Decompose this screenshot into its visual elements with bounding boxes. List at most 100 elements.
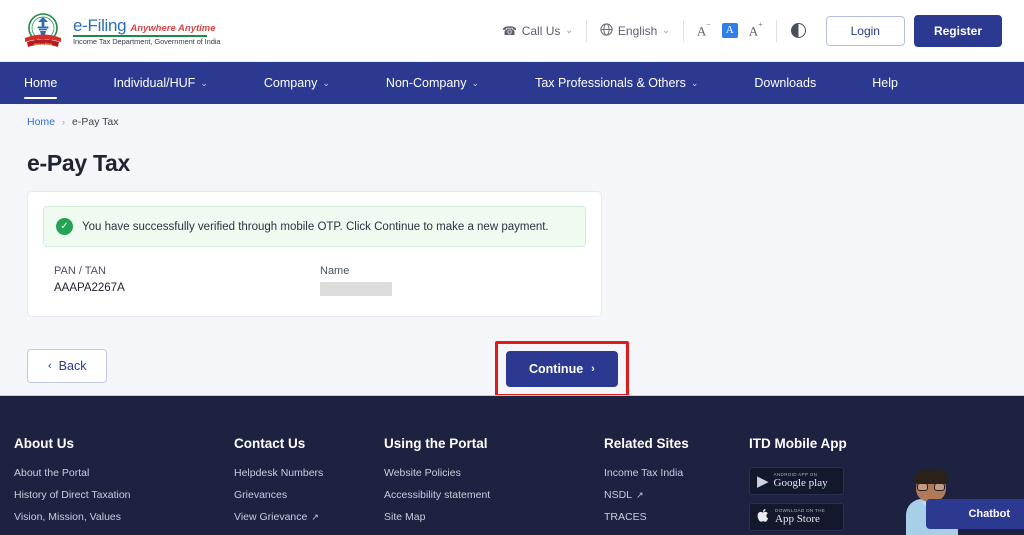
main-content: e-Pay Tax ✓ You have successfully verifi… [0, 150, 1024, 391]
footer-col-about-us: About Us About the Portal History of Dir… [14, 436, 234, 535]
footer-link-income-tax-india[interactable]: Income Tax India [604, 467, 739, 479]
contrast-toggle[interactable] [777, 23, 820, 38]
brand-subtitle: Income Tax Department, Government of Ind… [73, 38, 220, 46]
main-navigation: Home Individual/HUF ⌄ Company ⌄ Non-Comp… [0, 62, 1024, 104]
footer-col-title: ITD Mobile App [749, 436, 847, 451]
nav-item-home[interactable]: Home [24, 62, 85, 104]
google-play-badge[interactable]: ▶ Android app on Google play [749, 467, 844, 495]
nav-label: Individual/HUF [113, 76, 195, 90]
login-button[interactable]: Login [826, 16, 905, 46]
footer-link-label: Website Policies [384, 467, 461, 479]
footer-link-about-the-portal[interactable]: About the Portal [14, 467, 224, 479]
app-store-badge[interactable]: Download on the App Store [749, 503, 844, 531]
footer-col-title: Contact Us [234, 436, 374, 451]
chevron-down-icon: ⌄ [662, 25, 670, 36]
globe-icon [600, 23, 613, 39]
footer-col-title: Related Sites [604, 436, 739, 451]
nav-label: Non-Company [386, 76, 467, 90]
nav-item-individual-huf[interactable]: Individual/HUF ⌄ [113, 62, 236, 104]
apple-icon [757, 508, 770, 526]
nav-item-downloads[interactable]: Downloads [754, 62, 844, 104]
font-size-controls: A− A A+ [684, 23, 776, 38]
footer-link-label: Helpdesk Numbers [234, 467, 323, 479]
language-menu[interactable]: English ⌄ [587, 23, 683, 39]
chevron-down-icon: ⌄ [472, 78, 480, 89]
taxpayer-details: PAN / TAN AAAPA2267A Name [43, 265, 586, 296]
field-name: Name [320, 265, 586, 296]
back-button[interactable]: ‹ Back [27, 349, 107, 383]
call-us-menu[interactable]: ☎ Call Us ⌄ [489, 24, 586, 38]
footer-link-accessibility-statement[interactable]: Accessibility statement [384, 489, 594, 501]
nav-item-help[interactable]: Help [872, 62, 926, 104]
continue-highlight-box: Continue › [495, 341, 629, 397]
footer-link-nsdl[interactable]: NSDL ↗ [604, 489, 739, 501]
field-value-pan-tan: AAAPA2267A [54, 282, 320, 294]
footer-col-itd-mobile-app: ITD Mobile App ▶ Android app on Google p… [749, 436, 857, 535]
phone-icon: ☎ [502, 24, 517, 38]
footer-link-website-policies[interactable]: Website Policies [384, 467, 594, 479]
breadcrumb: Home › e-Pay Tax [0, 104, 1024, 128]
footer-link-label: History of Direct Taxation [14, 489, 131, 501]
india-national-emblem-icon: सत्यमेव भारत कर विभाग [22, 11, 64, 51]
continue-button-label: Continue [529, 362, 583, 376]
footer-link-history-of-direct-taxation[interactable]: History of Direct Taxation [14, 489, 224, 501]
back-button-label: Back [59, 359, 87, 373]
success-alert-message: You have successfully verified through m… [82, 221, 549, 233]
language-label: English [618, 24, 657, 38]
footer-columns: About Us About the Portal History of Dir… [0, 436, 1024, 535]
success-check-icon: ✓ [56, 218, 73, 235]
site-footer: About Us About the Portal History of Dir… [0, 395, 1024, 535]
field-pan-tan: PAN / TAN AAAPA2267A [54, 265, 320, 296]
footer-link-traces[interactable]: TRACES [604, 511, 739, 523]
chatbot-button[interactable]: Chatbot [926, 499, 1024, 529]
footer-link-helpdesk-numbers[interactable]: Helpdesk Numbers [234, 467, 374, 479]
badge-big-label: Google play [774, 477, 828, 490]
chatbot-widget[interactable]: Chatbot [890, 465, 1024, 535]
footer-link-site-map[interactable]: Site Map [384, 511, 594, 523]
nav-item-tax-professionals[interactable]: Tax Professionals & Others ⌄ [535, 62, 726, 104]
page-title: e-Pay Tax [27, 150, 997, 177]
brand-logo[interactable]: सत्यमेव भारत कर विभाग e-Filing Anywhere … [22, 11, 220, 51]
font-normal-button[interactable]: A [722, 23, 738, 38]
badge-text: Android app on Google play [774, 472, 828, 490]
nav-label: Help [872, 76, 898, 90]
form-actions: ‹ Back Continue › [27, 341, 997, 391]
footer-link-label: NSDL [604, 489, 632, 501]
field-label: Name [320, 265, 586, 277]
nav-item-non-company[interactable]: Non-Company ⌄ [386, 62, 507, 104]
footer-link-label: Vision, Mission, Values [14, 511, 121, 523]
footer-link-label: Site Map [384, 511, 425, 523]
footer-link-label: Accessibility statement [384, 489, 490, 501]
footer-col-using-the-portal: Using the Portal Website Policies Access… [384, 436, 604, 535]
footer-link-label: TRACES [604, 511, 647, 523]
breadcrumb-current: e-Pay Tax [72, 116, 119, 128]
font-decrease-button[interactable]: A− [697, 24, 711, 37]
field-value-name-redacted [320, 282, 392, 296]
nav-label: Home [24, 76, 57, 90]
breadcrumb-separator-icon: › [62, 117, 65, 127]
breadcrumb-home[interactable]: Home [27, 116, 55, 128]
epay-tax-card: ✓ You have successfully verified through… [27, 191, 602, 317]
field-label: PAN / TAN [54, 265, 320, 277]
external-link-icon: ↗ [311, 512, 319, 523]
contrast-icon [791, 23, 806, 38]
register-button[interactable]: Register [914, 15, 1002, 47]
footer-link-view-grievance[interactable]: View Grievance ↗ [234, 511, 374, 523]
nav-label: Company [264, 76, 318, 90]
page-root: सत्यमेव भारत कर विभाग e-Filing Anywhere … [0, 0, 1024, 535]
brand-text: e-Filing Anywhere Anytime Income Tax Dep… [73, 15, 220, 46]
nav-label: Downloads [754, 76, 816, 90]
footer-link-vision-mission-values[interactable]: Vision, Mission, Values [14, 511, 224, 523]
nav-item-company[interactable]: Company ⌄ [264, 62, 358, 104]
continue-button[interactable]: Continue › [506, 351, 618, 387]
footer-link-grievances[interactable]: Grievances [234, 489, 374, 501]
google-play-icon: ▶ [757, 474, 769, 489]
font-increase-button[interactable]: A+ [749, 24, 763, 37]
svg-text:भारत कर विभाग: भारत कर विभाग [34, 42, 53, 46]
nav-label: Tax Professionals & Others [535, 76, 686, 90]
external-link-icon: ↗ [636, 490, 644, 501]
footer-col-title: Using the Portal [384, 436, 594, 451]
chevron-down-icon: ⌄ [691, 78, 699, 89]
site-header: सत्यमेव भारत कर विभाग e-Filing Anywhere … [0, 0, 1024, 62]
footer-col-contact-us: Contact Us Helpdesk Numbers Grievances V… [234, 436, 384, 535]
